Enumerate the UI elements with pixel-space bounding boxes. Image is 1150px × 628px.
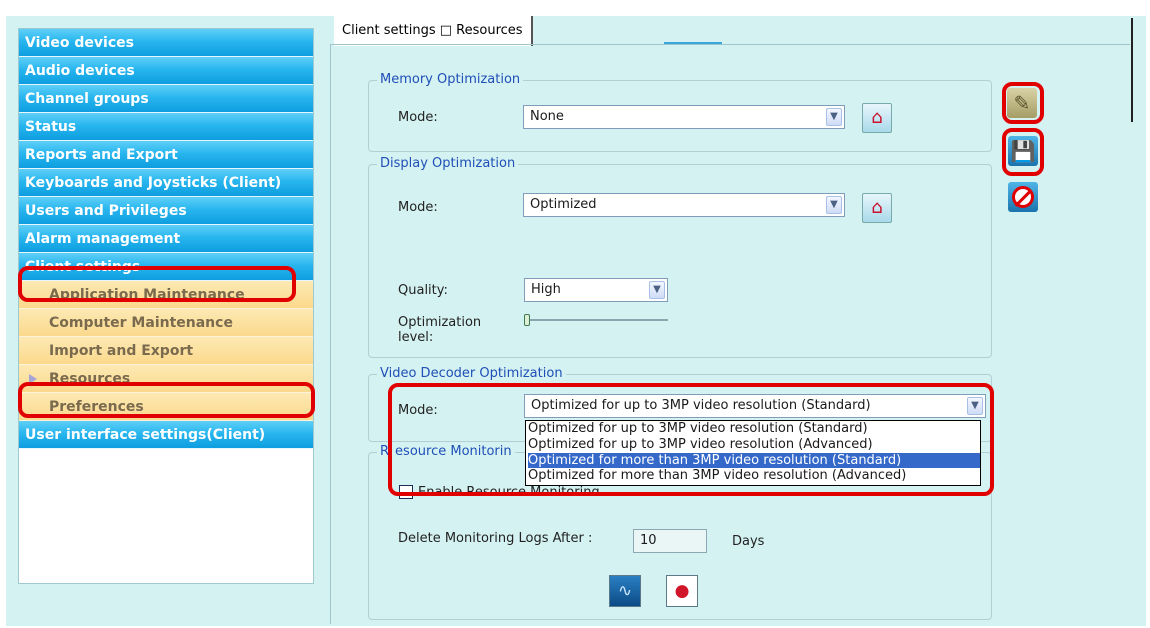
decoder-option[interactable]: Optimized for more than 3MP video resolu…	[528, 468, 980, 484]
house-icon: ⌂	[871, 197, 883, 218]
display-default-button[interactable]: ⌂	[862, 193, 892, 223]
sidebar-item-application-maintenance[interactable]: Application Maintenance	[19, 281, 313, 309]
quality-select[interactable]: High ▼	[524, 278, 668, 302]
sidebar-item-computer-maintenance[interactable]: Computer Maintenance	[19, 309, 313, 337]
memory-mode-select[interactable]: None ▼	[523, 105, 845, 129]
report-chart-icon: ●	[674, 581, 690, 601]
display-optimization-legend: Display Optimization	[377, 156, 519, 171]
optimization-level-slider[interactable]	[524, 319, 668, 321]
window-edge-divider	[1131, 18, 1133, 122]
memory-default-button[interactable]: ⌂	[862, 103, 892, 133]
resource-monitoring-legend: Resource Monitorin	[377, 444, 515, 459]
sidebar-item-resources[interactable]: Resources	[19, 365, 313, 393]
memory-mode-value: None	[530, 109, 564, 124]
memory-optimization-legend: Memory Optimization	[377, 72, 524, 87]
sidebar: Video devices Audio devices Channel grou…	[18, 28, 314, 584]
sidebar-item-user-interface-settings[interactable]: User interface settings(Client)	[19, 421, 313, 449]
optimization-level-label: Optimization	[398, 315, 482, 330]
display-mode-select[interactable]: Optimized ▼	[523, 193, 845, 217]
heartbeat-monitor-icon: ∿	[617, 581, 633, 601]
resource-monitoring-legend-left: R	[380, 444, 390, 459]
video-decoder-legend: Video Decoder Optimization	[377, 366, 566, 381]
sidebar-item-label: Computer Maintenance	[49, 315, 233, 331]
save-button[interactable]: 💾	[1008, 136, 1038, 166]
sidebar-item-label: Import and Export	[49, 343, 194, 359]
sidebar-item-status[interactable]: Status	[19, 113, 313, 141]
decoder-option-highlighted[interactable]: Optimized for more than 3MP video resolu…	[528, 452, 980, 469]
days-label: Days	[732, 534, 765, 549]
delete-logs-days-value: 10	[640, 533, 657, 548]
decoder-option[interactable]: Optimized for up to 3MP video resolution…	[528, 437, 980, 453]
sidebar-item-reports-and-export[interactable]: Reports and Export	[19, 141, 313, 169]
decoder-options-dropdown[interactable]: Optimized for up to 3MP video resolution…	[525, 420, 981, 486]
quality-value: High	[531, 282, 561, 297]
chevron-down-icon[interactable]: ▼	[967, 397, 983, 415]
sidebar-item-audio-devices[interactable]: Audio devices	[19, 57, 313, 85]
sidebar-item-client-settings[interactable]: Client settings	[19, 253, 313, 281]
sidebar-item-preferences[interactable]: Preferences	[19, 393, 313, 421]
cancel-button[interactable]	[1008, 182, 1038, 212]
sidebar-item-import-and-export[interactable]: Import and Export	[19, 337, 313, 365]
chevron-down-icon[interactable]: ▼	[826, 108, 842, 126]
house-icon: ⌂	[871, 107, 883, 128]
delete-logs-days-input[interactable]: 10	[633, 529, 707, 553]
floppy-disk-icon: 💾	[1010, 139, 1036, 163]
tab-client-settings-resources[interactable]: Client settings □ Resources	[334, 16, 533, 46]
sidebar-item-label: Application Maintenance	[49, 287, 245, 303]
pencil-icon: ✎	[1013, 91, 1031, 115]
display-mode-label: Mode:	[398, 200, 438, 215]
delete-logs-label: Delete Monitoring Logs After :	[398, 531, 593, 546]
optimization-level-label-2: level:	[398, 330, 434, 345]
memory-mode-label: Mode:	[398, 110, 438, 125]
quality-label: Quality:	[398, 283, 448, 298]
sidebar-item-keyboards-and-joysticks[interactable]: Keyboards and Joysticks (Client)	[19, 169, 313, 197]
report-button[interactable]: ●	[666, 575, 698, 607]
decoder-mode-label: Mode:	[398, 403, 438, 418]
optimization-level-slider-thumb[interactable]	[524, 314, 530, 326]
decoder-option[interactable]: Optimized for up to 3MP video resolution…	[528, 421, 980, 437]
chevron-down-icon[interactable]: ▼	[649, 281, 665, 299]
resource-monitoring-legend-right: esource Monitorin	[395, 444, 512, 459]
sidebar-item-alarm-management[interactable]: Alarm management	[19, 225, 313, 253]
chevron-down-icon[interactable]: ▼	[826, 196, 842, 214]
decoder-mode-value: Optimized for up to 3MP video resolution…	[531, 398, 871, 413]
sidebar-item-label: Resources	[49, 371, 131, 387]
sidebar-item-channel-groups[interactable]: Channel groups	[19, 85, 313, 113]
monitor-button[interactable]: ∿	[609, 575, 641, 607]
enable-monitoring-checkbox[interactable]	[399, 485, 413, 499]
sidebar-item-video-devices[interactable]: Video devices	[19, 29, 313, 57]
sidebar-item-users-and-privileges[interactable]: Users and Privileges	[19, 197, 313, 225]
selected-arrow-icon	[29, 374, 37, 384]
decoder-mode-select[interactable]: Optimized for up to 3MP video resolution…	[524, 394, 986, 418]
edit-button[interactable]: ✎	[1007, 88, 1037, 118]
sidebar-item-label: Preferences	[49, 399, 144, 415]
display-mode-value: Optimized	[530, 197, 597, 212]
no-entry-icon	[1012, 186, 1034, 208]
